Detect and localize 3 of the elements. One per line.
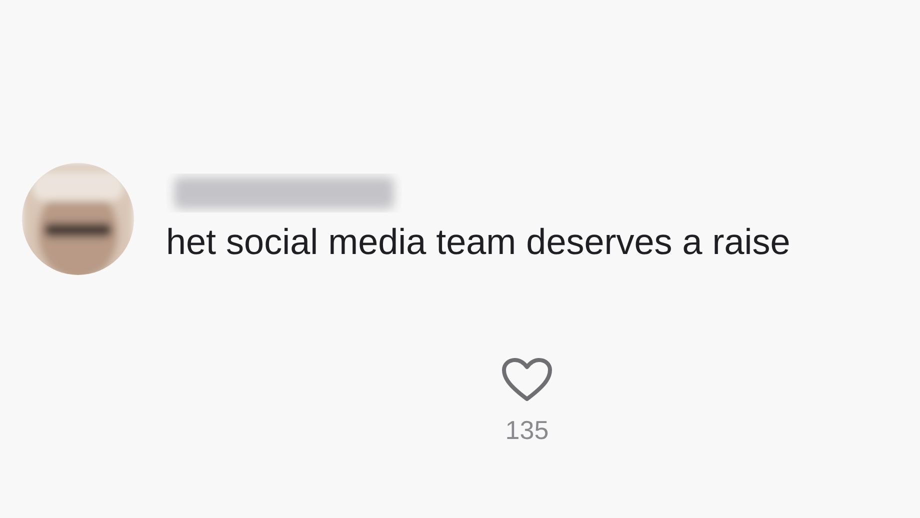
comment-text: het social media team deserves a raise bbox=[166, 221, 790, 263]
heart-icon[interactable] bbox=[501, 357, 553, 403]
like-count: 135 bbox=[505, 415, 549, 446]
